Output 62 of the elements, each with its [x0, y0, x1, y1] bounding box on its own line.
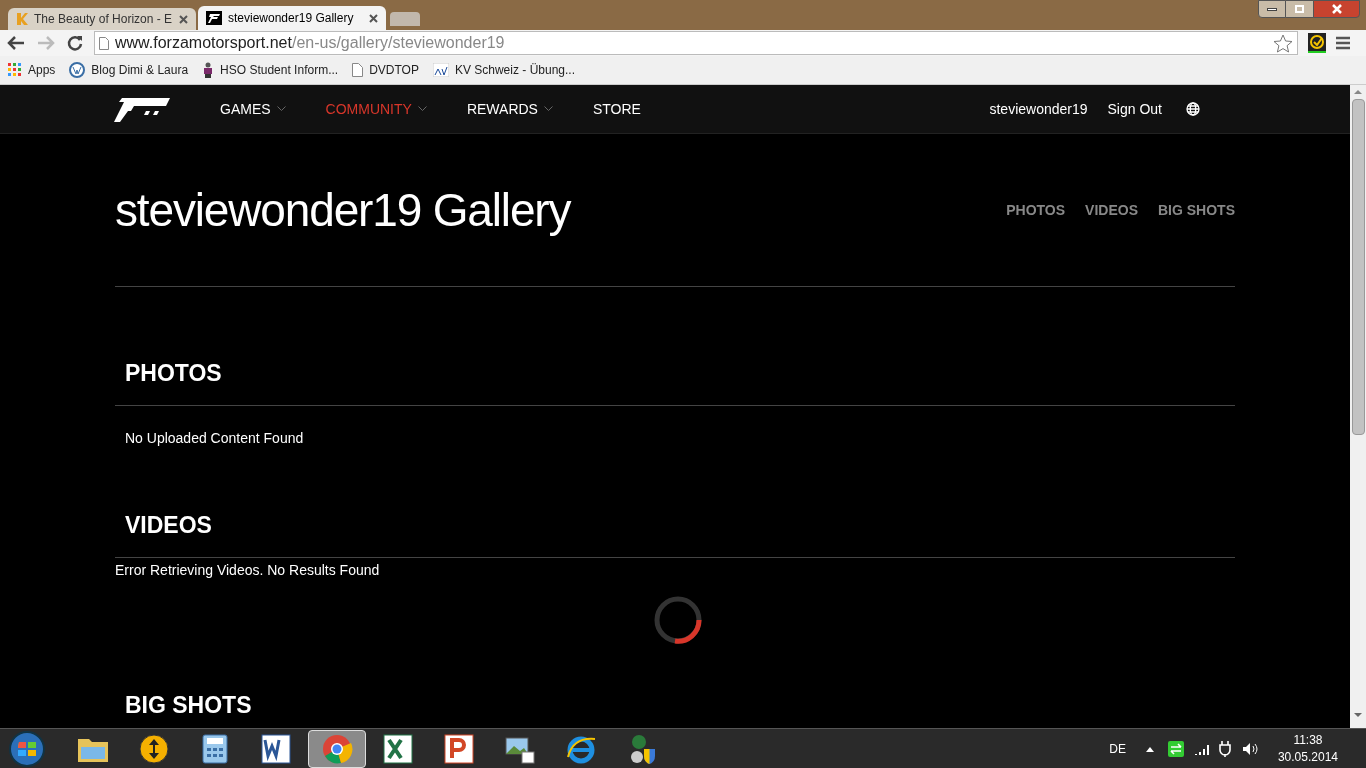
close-tab-icon[interactable] — [369, 13, 378, 23]
arrows-icon — [138, 732, 170, 765]
show-hidden-icons[interactable] — [1145, 745, 1154, 752]
close-icon — [1330, 4, 1343, 14]
volume-icon[interactable] — [1241, 741, 1258, 756]
sign-out-link[interactable]: Sign Out — [1107, 98, 1162, 120]
back-icon[interactable] — [6, 35, 26, 51]
gallery-link[interactable]: BIG SHOTS — [1158, 199, 1235, 221]
url-text: www.forzamotorsport.net/en-us/gallery/steviewonder19 — [115, 33, 505, 53]
apps-grid-icon — [8, 63, 22, 77]
page-icon — [352, 63, 364, 77]
reload-icon[interactable] — [66, 34, 84, 52]
scrollbar-thumb[interactable] — [1351, 99, 1365, 435]
gallery-title: steviewonder19 Gallery — [115, 182, 571, 238]
kv-icon — [432, 63, 449, 77]
taskbar-app-button[interactable] — [308, 729, 366, 768]
username-link[interactable]: steviewonder19 — [989, 98, 1088, 120]
restore-button[interactable] — [1286, 0, 1313, 18]
browser-tab[interactable]: The Beauty of Horizon - E — [8, 8, 196, 30]
error-message: Error Retrieving Videos. No Results Found — [115, 561, 381, 580]
wordpress-icon — [69, 62, 86, 78]
nav-link[interactable]: REWARDS — [466, 98, 538, 120]
logo-icon — [206, 11, 222, 25]
calculator-icon — [202, 733, 228, 764]
powerpoint-icon — [444, 733, 474, 764]
bookmark-link[interactable]: Blog Dimi & Laura — [91, 61, 189, 79]
clock-time[interactable]: 11:38 — [1293, 731, 1323, 749]
signal-icon[interactable] — [1193, 742, 1210, 755]
nav-link[interactable]: COMMUNITY — [325, 98, 412, 120]
section-heading: PHOTOS — [125, 359, 222, 387]
bookmark-link[interactable]: HSO Student Inform... — [220, 61, 339, 79]
gallery-link[interactable]: PHOTOS — [1006, 199, 1066, 221]
logo-icon[interactable] — [114, 96, 170, 122]
bookmark-link[interactable]: DVDTOP — [369, 61, 419, 79]
power-plug-icon[interactable] — [1217, 740, 1232, 757]
bookmark-link[interactable]: KV Schweiz - Übung... — [454, 61, 575, 79]
nav-link[interactable]: GAMES — [220, 98, 271, 120]
section-heading: VIDEOS — [125, 511, 212, 539]
word-icon — [261, 733, 291, 764]
k-letter-icon — [16, 12, 28, 26]
bookmark-link[interactable]: Apps — [28, 61, 56, 79]
clock-date[interactable]: 30.05.2014 — [1277, 748, 1338, 766]
menu-icon[interactable] — [1336, 36, 1350, 50]
page-icon — [99, 36, 109, 50]
star-icon[interactable] — [1273, 33, 1293, 53]
close-tab-icon[interactable] — [179, 14, 188, 24]
loading-spinner — [653, 595, 703, 645]
nav-link[interactable]: STORE — [592, 98, 641, 120]
close-button[interactable] — [1313, 0, 1360, 18]
section-heading: BIG SHOTS — [125, 691, 252, 719]
checkmark-extension-icon[interactable] — [1308, 33, 1326, 53]
excel-icon — [383, 733, 413, 764]
empty-message: No Uploaded Content Found — [124, 429, 305, 448]
language-indicator[interactable]: DE — [1109, 739, 1126, 758]
minimize-button[interactable] — [1258, 0, 1286, 18]
address-bar[interactable]: www.forzamotorsport.net/en-us/gallery/steviewonder19 — [94, 31, 1298, 55]
figure-icon — [202, 62, 215, 78]
browser-tab[interactable]: steviewonder19 Gallery — [198, 6, 386, 30]
globe-icon[interactable] — [1186, 102, 1200, 116]
chrome-icon — [321, 732, 353, 765]
gallery-link[interactable]: VIDEOS — [1085, 199, 1138, 221]
sync-icon[interactable] — [1167, 740, 1184, 757]
